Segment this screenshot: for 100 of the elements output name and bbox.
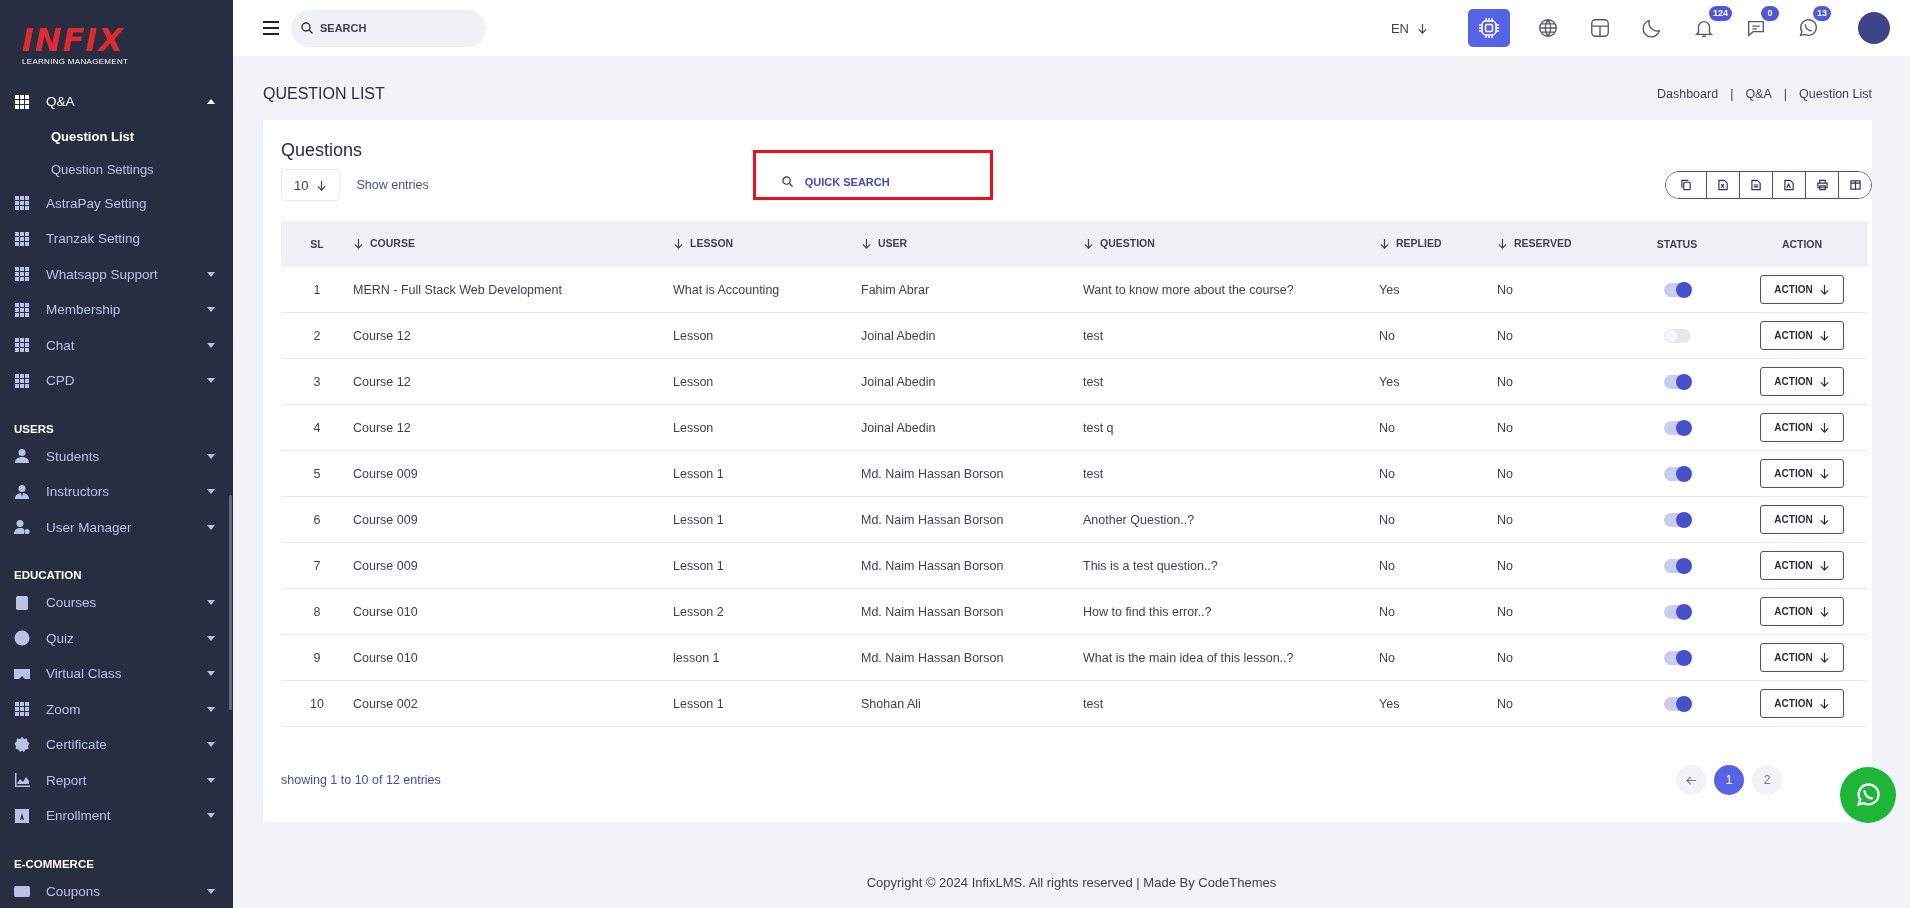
status-toggle[interactable] bbox=[1663, 282, 1691, 297]
sidebar-item[interactable]: Coupons bbox=[0, 873, 227, 908]
previous-page-button[interactable] bbox=[1676, 765, 1706, 795]
column-header[interactable]: SL bbox=[310, 238, 324, 250]
status-toggle[interactable] bbox=[1663, 420, 1691, 435]
sidebar-item[interactable]: AstraPay Setting bbox=[0, 185, 227, 221]
quick-search-field[interactable]: QUICK SEARCH bbox=[771, 165, 987, 199]
page-button[interactable]: 2 bbox=[1752, 765, 1782, 795]
table-cell: Joinal Abedin bbox=[861, 404, 1083, 451]
table-cell: No bbox=[1379, 450, 1497, 497]
status-toggle[interactable] bbox=[1663, 466, 1691, 481]
status-toggle[interactable] bbox=[1663, 558, 1691, 573]
avatar[interactable] bbox=[1858, 12, 1890, 44]
table-cell: Lesson bbox=[673, 358, 861, 405]
table-cell: Want to know more about the course? bbox=[1083, 267, 1379, 313]
column-header[interactable]: USER bbox=[861, 237, 908, 250]
sidebar-item[interactable]: Courses bbox=[0, 585, 227, 621]
status-toggle[interactable] bbox=[1663, 512, 1691, 527]
sidebar-item[interactable]: Quiz bbox=[0, 620, 227, 656]
chart-icon bbox=[14, 772, 30, 789]
language-selector[interactable]: EN bbox=[1384, 19, 1434, 37]
status-toggle[interactable] bbox=[1663, 604, 1691, 619]
column-header[interactable]: REPLIED bbox=[1379, 237, 1442, 250]
action-button[interactable]: ACTION bbox=[1760, 505, 1844, 534]
table-cell: Yes bbox=[1379, 358, 1497, 405]
action-button[interactable]: ACTION bbox=[1760, 367, 1844, 396]
sort-icon bbox=[673, 237, 684, 249]
action-button[interactable]: ACTION bbox=[1760, 551, 1844, 580]
sidebar-subitem[interactable]: Question List bbox=[0, 119, 233, 153]
sidebar-item[interactable]: Tranzak Setting bbox=[0, 221, 227, 257]
action-button[interactable]: ACTION bbox=[1760, 459, 1844, 488]
sidebar-item[interactable]: User Manager bbox=[0, 509, 227, 545]
status-toggle[interactable] bbox=[1663, 328, 1691, 343]
page-button[interactable]: 1 bbox=[1714, 765, 1744, 795]
table-cell: Lesson 1 bbox=[673, 450, 861, 497]
column-header[interactable]: STATUS bbox=[1656, 238, 1698, 250]
arrow-down-icon bbox=[316, 179, 328, 191]
page-title: QUESTION LIST bbox=[263, 85, 385, 103]
table-cell: test bbox=[1083, 312, 1379, 359]
table-cell: Lesson 1 bbox=[673, 680, 861, 727]
sidebar-item[interactable]: Report bbox=[0, 762, 227, 798]
table-cell: No bbox=[1379, 496, 1497, 543]
search-field[interactable]: SEARCH bbox=[291, 9, 486, 47]
arrow-down-icon bbox=[1417, 22, 1428, 34]
column-header[interactable]: ACTION bbox=[1781, 238, 1823, 250]
table-cell: This is a test question..? bbox=[1083, 542, 1379, 589]
scrollbar[interactable] bbox=[229, 495, 232, 710]
arrow-down-icon bbox=[1818, 606, 1830, 617]
sidebar-item[interactable]: CPD bbox=[0, 363, 227, 399]
column-header[interactable]: RESERVED bbox=[1497, 237, 1572, 250]
action-button[interactable]: ACTION bbox=[1760, 321, 1844, 350]
sidebar-item[interactable]: Virtual Class bbox=[0, 656, 227, 692]
sidebar-subitem[interactable]: Question Settings bbox=[0, 152, 233, 186]
breadcrumb-link[interactable]: Q&A bbox=[1745, 87, 1772, 101]
breadcrumb-separator: | bbox=[1730, 87, 1734, 101]
sidebar-item[interactable]: Membership bbox=[0, 292, 227, 328]
column-header[interactable]: QUESTION bbox=[1083, 237, 1155, 250]
sidebar-item[interactable]: Q&A bbox=[0, 84, 227, 120]
table-cell: Yes bbox=[1379, 267, 1497, 313]
page-size-select[interactable]: 10 bbox=[281, 169, 341, 201]
sidebar-item[interactable]: Instructors bbox=[0, 474, 227, 510]
table-cell: Course 12 bbox=[353, 358, 673, 405]
quick-search-input[interactable]: QUICK SEARCH bbox=[804, 175, 977, 188]
column-header[interactable]: LESSON bbox=[673, 237, 734, 250]
whatsapp-chat-button[interactable] bbox=[1840, 767, 1896, 823]
search-input[interactable]: SEARCH bbox=[320, 22, 476, 34]
status-toggle[interactable] bbox=[1663, 650, 1691, 665]
sidebar-item[interactable]: Enrollment bbox=[0, 798, 227, 834]
columns-button[interactable] bbox=[1838, 172, 1871, 198]
sidebar-item[interactable]: Chat bbox=[0, 327, 227, 363]
table-cell: No bbox=[1379, 634, 1497, 681]
user-icon bbox=[14, 448, 30, 465]
action-button[interactable]: ACTION bbox=[1760, 275, 1844, 304]
table-cell: Lesson 2 bbox=[673, 588, 861, 635]
column-header[interactable]: COURSE bbox=[353, 237, 415, 250]
table-cell: No bbox=[1497, 680, 1617, 727]
ai-chip-button[interactable] bbox=[1468, 9, 1510, 47]
action-button[interactable]: ACTION bbox=[1760, 643, 1844, 672]
breadcrumb-link[interactable]: Dashboard bbox=[1656, 87, 1719, 101]
table-cell: 6 bbox=[281, 496, 353, 543]
action-button[interactable]: ACTION bbox=[1760, 413, 1844, 442]
action-button[interactable]: ACTION bbox=[1760, 597, 1844, 626]
menu-icon[interactable] bbox=[263, 21, 279, 35]
arrow-down-icon bbox=[1818, 468, 1830, 479]
status-toggle[interactable] bbox=[1663, 374, 1691, 389]
breadcrumb-link[interactable]: Question List bbox=[1799, 87, 1872, 101]
table-cell: 5 bbox=[281, 450, 353, 497]
sidebar-item[interactable]: Certificate bbox=[0, 727, 227, 763]
sidebar-item[interactable]: Whatsapp Support bbox=[0, 256, 227, 292]
table-cell: What is Accounting bbox=[673, 267, 861, 313]
status-toggle[interactable] bbox=[1663, 696, 1691, 711]
user-tie-icon bbox=[14, 483, 30, 500]
table-cell: No bbox=[1379, 404, 1497, 451]
sidebar-item[interactable]: Zoom bbox=[0, 691, 227, 727]
table-cell: Lesson bbox=[673, 312, 861, 359]
sidebar-item[interactable]: Students bbox=[0, 438, 227, 474]
grid-icon bbox=[14, 230, 30, 247]
arrow-down-icon bbox=[1818, 376, 1830, 387]
action-button[interactable]: ACTION bbox=[1760, 689, 1844, 718]
table-cell: 9 bbox=[281, 634, 353, 681]
